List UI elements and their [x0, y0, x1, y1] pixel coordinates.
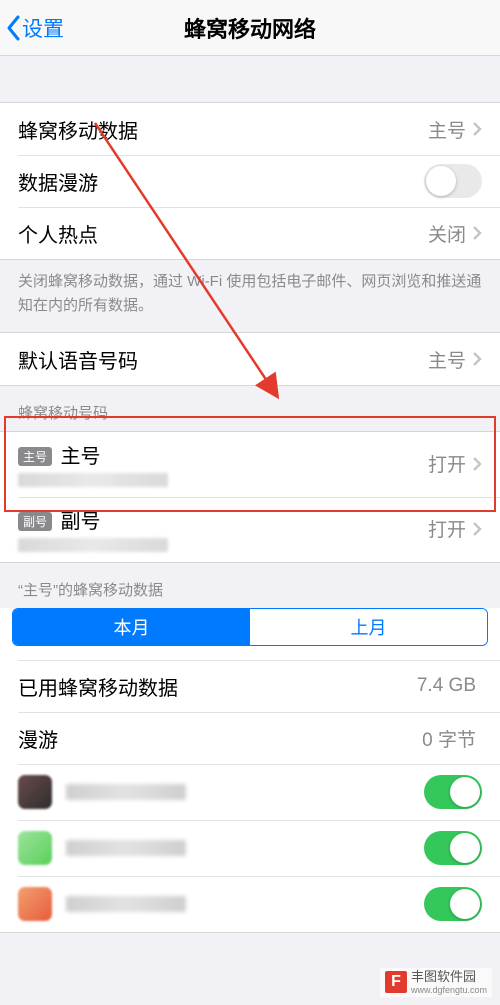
tab-previous-month[interactable]: 上月 — [250, 609, 487, 645]
sim-status: 打开 — [428, 450, 466, 477]
app-icon — [18, 775, 52, 809]
usage-total-label: 已用蜂窝移动数据 — [18, 672, 417, 701]
tab-current-month[interactable]: 本月 — [13, 609, 250, 645]
data-roaming-label: 数据漫游 — [18, 167, 424, 196]
page-title: 蜂窝移动网络 — [0, 12, 500, 44]
app-name-redacted — [66, 784, 186, 800]
chevron-right-icon — [472, 456, 482, 472]
back-button[interactable]: 设置 — [0, 13, 64, 43]
chevron-left-icon — [6, 15, 22, 41]
cellular-data-label: 蜂窝移动数据 — [18, 115, 428, 144]
app-cellular-toggle[interactable] — [424, 831, 482, 865]
data-roaming-row[interactable]: 数据漫游 — [0, 155, 500, 207]
cellular-data-value: 主号 — [428, 116, 466, 143]
default-voice-value: 主号 — [428, 346, 466, 373]
sim-number-redacted — [18, 473, 168, 487]
sim-tag: 主号 — [18, 447, 52, 466]
usage-total-value: 7.4 GB — [417, 675, 476, 697]
app-icon — [18, 831, 52, 865]
watermark: F 丰图软件园 www.dgfengtu.com — [380, 968, 492, 997]
app-icon — [18, 887, 52, 921]
sim-name: 副号 — [60, 511, 100, 533]
watermark-url: www.dgfengtu.com — [411, 985, 487, 995]
sim-status: 打开 — [428, 515, 466, 542]
cellular-footer-note: 关闭蜂窝移动数据，通过 Wi-Fi 使用包括电子邮件、网页浏览和推送通知在内的所… — [0, 260, 500, 332]
default-voice-row[interactable]: 默认语音号码 主号 — [0, 333, 500, 385]
default-voice-label: 默认语音号码 — [18, 345, 428, 374]
usage-total-row: 已用蜂窝移动数据 7.4 GB — [0, 660, 500, 712]
usage-section-header: “主号”的蜂窝移动数据 — [0, 563, 500, 608]
chevron-right-icon — [472, 225, 482, 241]
sim-tag: 副号 — [18, 512, 52, 531]
hotspot-label: 个人热点 — [18, 219, 428, 248]
cellular-data-row[interactable]: 蜂窝移动数据 主号 — [0, 103, 500, 155]
usage-roaming-value: 0 字节 — [422, 725, 476, 752]
chevron-right-icon — [472, 121, 482, 137]
watermark-logo: F — [385, 971, 407, 993]
chevron-right-icon — [472, 521, 482, 537]
sim-section-header: 蜂窝移动号码 — [0, 386, 500, 431]
app-name-redacted — [66, 896, 186, 912]
chevron-right-icon — [472, 351, 482, 367]
usage-roaming-label: 漫游 — [18, 724, 422, 753]
sim-name: 主号 — [60, 446, 100, 468]
watermark-name: 丰图软件园 — [411, 969, 476, 984]
hotspot-value: 关闭 — [428, 220, 466, 247]
back-label: 设置 — [22, 13, 64, 43]
sim-primary-row[interactable]: 主号 主号 打开 — [0, 432, 500, 497]
app-usage-row[interactable] — [0, 820, 500, 876]
hotspot-row[interactable]: 个人热点 关闭 — [0, 207, 500, 259]
sim-secondary-row[interactable]: 副号 副号 打开 — [0, 497, 500, 562]
app-cellular-toggle[interactable] — [424, 775, 482, 809]
usage-period-segmented[interactable]: 本月 上月 — [12, 608, 488, 646]
sim-number-redacted — [18, 538, 168, 552]
app-cellular-toggle[interactable] — [424, 887, 482, 921]
app-usage-row[interactable] — [0, 876, 500, 932]
usage-roaming-row: 漫游 0 字节 — [0, 712, 500, 764]
app-name-redacted — [66, 840, 186, 856]
data-roaming-toggle[interactable] — [424, 164, 482, 198]
app-usage-row[interactable] — [0, 764, 500, 820]
